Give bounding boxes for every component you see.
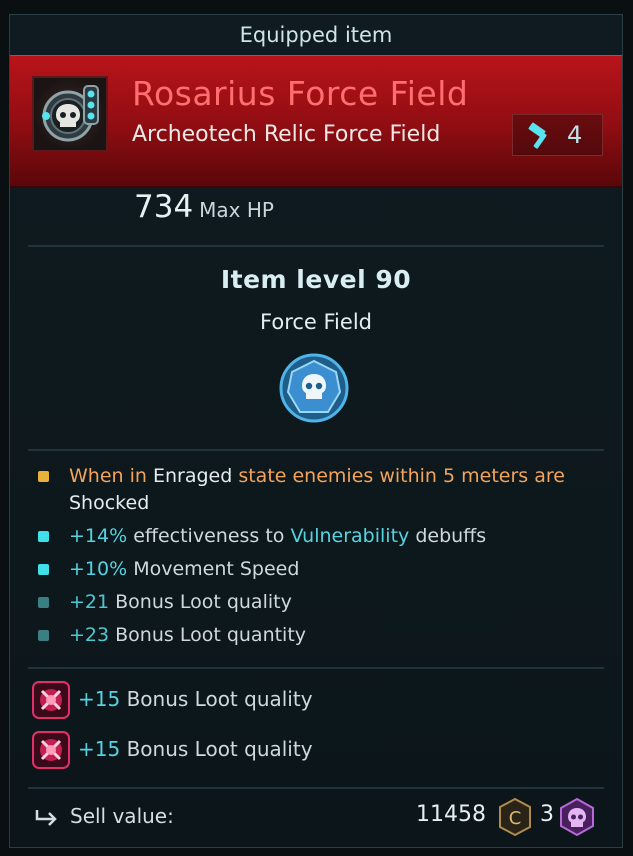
divider bbox=[28, 449, 604, 451]
socket-value: +15 bbox=[78, 687, 121, 711]
pink-gem-icon bbox=[32, 681, 70, 719]
modifier-enraged-shock: When in Enraged state enemies within 5 m… bbox=[38, 463, 598, 517]
purple-skull-icon bbox=[560, 797, 594, 837]
modifier-bullet bbox=[38, 564, 49, 575]
force-field-skull-icon bbox=[278, 352, 350, 424]
primary-stat: 734 Max HP bbox=[134, 189, 274, 225]
modifier-vulnerability: +14% effectiveness to Vulnerability debu… bbox=[38, 523, 598, 550]
modifier-loot-quantity: +23 Bonus Loot quantity bbox=[38, 622, 598, 649]
socket-label: Bonus Loot quality bbox=[120, 737, 313, 761]
item-type: Force Field bbox=[260, 310, 372, 334]
resource-amount: 3 bbox=[540, 802, 554, 827]
upgrade-count: 4 bbox=[567, 121, 583, 149]
tooltip-header-title: Equipped item bbox=[239, 23, 393, 47]
divider bbox=[28, 667, 604, 669]
divider bbox=[28, 245, 604, 247]
modifier-bullet bbox=[38, 471, 49, 482]
upgrade-level-badge: 4 bbox=[512, 114, 603, 156]
modifier-bullet bbox=[38, 597, 49, 608]
modifier-bullet bbox=[38, 630, 49, 641]
modifier-bullet bbox=[38, 531, 49, 542]
item-subtitle: Archeotech Relic Force Field bbox=[132, 122, 441, 147]
modifier-loot-quality: +21 Bonus Loot quality bbox=[38, 589, 598, 616]
sell-footer: Sell value: 11458 C 3 bbox=[10, 793, 622, 843]
item-name: Rosarius Force Field bbox=[132, 74, 469, 113]
socket-row: +15 Bonus Loot quality bbox=[32, 731, 592, 771]
svg-text:C: C bbox=[509, 808, 522, 829]
modifiers-list: When in Enraged state enemies within 5 m… bbox=[38, 463, 598, 655]
socket-value: +15 bbox=[78, 737, 121, 761]
modifier-movement-speed: +10% Movement Speed bbox=[38, 556, 598, 583]
item-banner: Rosarius Force Field Archeotech Relic Fo… bbox=[10, 55, 622, 187]
item-tooltip: Equipped item Rosarius Force Field Arche… bbox=[9, 14, 623, 848]
socket-row: +15 Bonus Loot quality bbox=[32, 681, 592, 721]
sell-value-amount: 11458 bbox=[416, 802, 486, 827]
divider bbox=[28, 787, 604, 789]
stat-label: Max HP bbox=[199, 198, 274, 222]
stat-value: 734 bbox=[134, 189, 194, 225]
sell-arrow-icon bbox=[35, 810, 57, 826]
pink-gem-icon bbox=[32, 731, 70, 769]
item-icon bbox=[32, 76, 108, 152]
item-level: Item level 90 bbox=[220, 265, 412, 294]
hammer-icon bbox=[528, 122, 547, 149]
socket-label: Bonus Loot quality bbox=[120, 687, 313, 711]
sell-value-label: Sell value: bbox=[70, 804, 174, 828]
skull-force-field-icon bbox=[42, 85, 99, 142]
currency-coin-icon: C bbox=[499, 797, 531, 837]
